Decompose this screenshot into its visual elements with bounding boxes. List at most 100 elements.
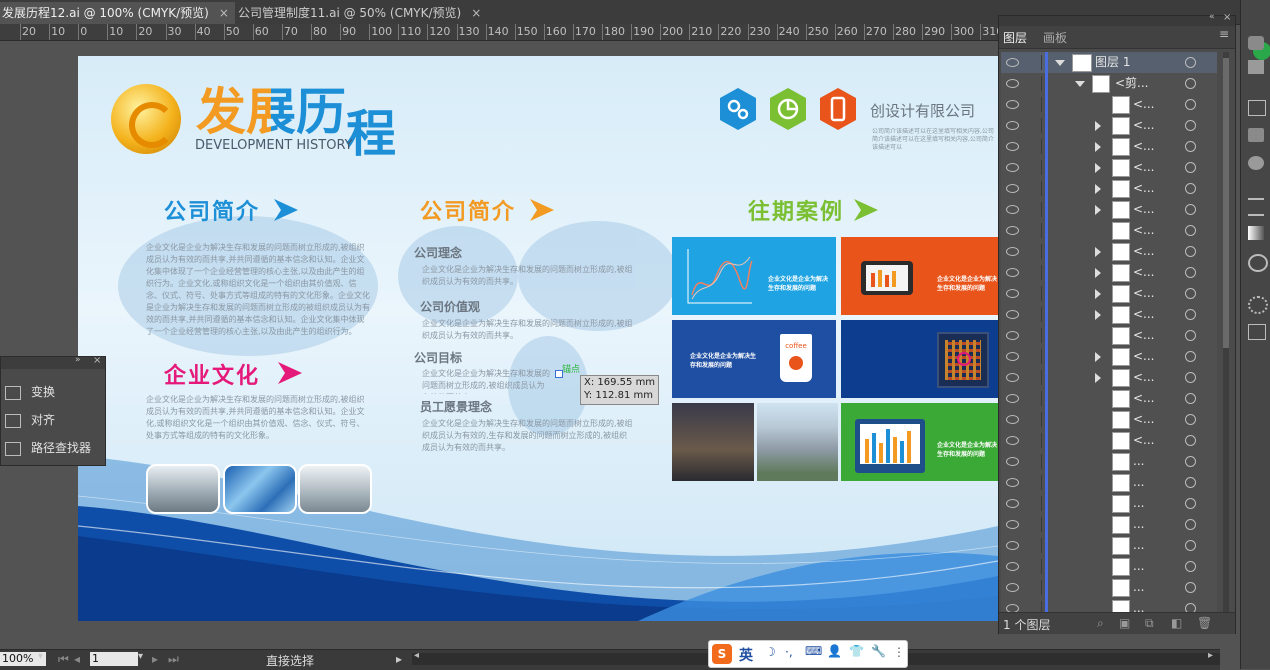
layer-row[interactable]: <...	[1001, 325, 1217, 347]
lock-toggle[interactable]	[1027, 538, 1042, 553]
target-icon[interactable]	[1185, 267, 1196, 278]
new-layer-icon[interactable]: ◧	[1171, 616, 1182, 630]
new-sublayer-icon[interactable]: ⧉	[1145, 616, 1154, 631]
target-icon[interactable]	[1185, 78, 1196, 89]
chevron-down-icon[interactable]	[1055, 60, 1065, 66]
chevron-right-icon[interactable]	[1095, 163, 1101, 173]
layer-row[interactable]: <...	[1001, 94, 1217, 116]
tab-document-1[interactable]: 发展历程12.ai @ 100% (CMYK/预览) ×	[0, 2, 235, 24]
target-icon[interactable]	[1185, 561, 1196, 572]
lock-toggle[interactable]	[1027, 118, 1042, 133]
eye-icon[interactable]	[1006, 268, 1019, 277]
chevron-right-icon[interactable]	[1095, 184, 1101, 194]
panel-transform[interactable]: 变换	[5, 381, 55, 403]
eye-icon[interactable]	[1006, 478, 1019, 487]
target-icon[interactable]	[1185, 351, 1196, 362]
layer-row[interactable]: <...	[1001, 367, 1217, 389]
eye-icon[interactable]	[1006, 310, 1019, 319]
chevron-down-icon[interactable]: ▾	[138, 651, 143, 662]
eye-icon[interactable]	[1006, 394, 1019, 403]
tools-icon[interactable]: 🔧	[871, 644, 886, 658]
panel-header[interactable]: » ×	[1, 355, 105, 369]
target-icon[interactable]	[1185, 414, 1196, 425]
make-clipping-mask-icon[interactable]: ▣	[1119, 616, 1130, 630]
brush-icon[interactable]	[1248, 128, 1264, 142]
layer-row[interactable]: <...	[1001, 388, 1217, 410]
target-icon[interactable]	[1185, 57, 1196, 68]
target-icon[interactable]	[1185, 99, 1196, 110]
keyboard-icon[interactable]: ⌨	[805, 644, 822, 658]
close-icon[interactable]: ×	[471, 6, 481, 20]
eye-icon[interactable]	[1006, 205, 1019, 214]
layer-row[interactable]: ...	[1001, 535, 1217, 557]
graphic-styles-icon[interactable]	[1248, 324, 1266, 340]
layer-row[interactable]: <...	[1001, 178, 1217, 200]
eye-icon[interactable]	[1006, 289, 1019, 298]
eye-icon[interactable]	[1006, 520, 1019, 529]
tab-layers[interactable]: 图层	[1003, 29, 1027, 46]
eye-icon[interactable]	[1006, 163, 1019, 172]
eye-icon[interactable]	[1006, 415, 1019, 424]
status-menu-icon[interactable]: ▸	[396, 652, 402, 666]
eye-icon[interactable]	[1006, 583, 1019, 592]
lock-toggle[interactable]	[1027, 76, 1042, 91]
layer-row[interactable]: ...	[1001, 514, 1217, 536]
layer-row[interactable]: ...	[1001, 556, 1217, 578]
eye-icon[interactable]	[1006, 331, 1019, 340]
lock-toggle[interactable]	[1027, 580, 1042, 595]
layer-row[interactable]: ...	[1001, 493, 1217, 515]
layer-row[interactable]: <...	[1001, 430, 1217, 452]
page-field[interactable]: 1	[90, 652, 138, 666]
prev-page-icon[interactable]: ◂	[74, 652, 80, 666]
close-icon[interactable]: ×	[219, 6, 229, 20]
lock-toggle[interactable]	[1027, 307, 1042, 322]
target-icon[interactable]	[1185, 225, 1196, 236]
eye-icon[interactable]	[1006, 79, 1019, 88]
target-icon[interactable]	[1185, 288, 1196, 299]
layer-row[interactable]: ...	[1001, 451, 1217, 473]
collapse-icon[interactable]: «	[1209, 12, 1215, 22]
target-icon[interactable]	[1185, 246, 1196, 257]
scrollbar[interactable]	[1223, 52, 1229, 612]
eye-icon[interactable]	[1006, 142, 1019, 151]
search-icon[interactable]: ⌕	[1097, 616, 1104, 631]
layer-row[interactable]: <...	[1001, 346, 1217, 368]
tab-artboards[interactable]: 画板	[1043, 29, 1067, 46]
lock-toggle[interactable]	[1027, 349, 1042, 364]
tab-document-2[interactable]: 公司管理制度11.ai @ 50% (CMYK/预览) ×	[232, 2, 487, 24]
chevron-right-icon[interactable]	[1095, 205, 1101, 215]
target-icon[interactable]	[1185, 372, 1196, 383]
eye-icon[interactable]	[1006, 562, 1019, 571]
panel-header[interactable]: « ×	[999, 12, 1235, 26]
grid-icon[interactable]	[1248, 100, 1266, 116]
lock-toggle[interactable]	[1027, 139, 1042, 154]
more-icon[interactable]: ⋮	[893, 645, 905, 659]
chevron-right-icon[interactable]	[1095, 142, 1101, 152]
chevron-right-icon[interactable]	[1095, 289, 1101, 299]
layer-row[interactable]: <...	[1001, 136, 1217, 158]
target-icon[interactable]	[1185, 204, 1196, 215]
lock-toggle[interactable]	[1027, 391, 1042, 406]
chevron-right-icon[interactable]	[1095, 121, 1101, 131]
artboard[interactable]: 发展历程 DEVELOPMENT HISTORY 创设计有限公司 公司简介该描述…	[78, 56, 998, 621]
target-icon[interactable]	[1185, 477, 1196, 488]
chevron-right-icon[interactable]	[1095, 352, 1101, 362]
first-page-icon[interactable]: ⏮	[58, 652, 69, 667]
anchor-point[interactable]	[555, 370, 563, 378]
eye-icon[interactable]	[1006, 121, 1019, 130]
lock-toggle[interactable]	[1027, 517, 1042, 532]
layer-row[interactable]: <...	[1001, 409, 1217, 431]
scroll-right-icon[interactable]: ▸	[1208, 650, 1213, 661]
lock-toggle[interactable]	[1027, 475, 1042, 490]
close-icon[interactable]: ×	[93, 355, 101, 366]
layer-row[interactable]: <...	[1001, 241, 1217, 263]
layer-row[interactable]: <剪...	[1001, 73, 1217, 95]
appearance-icon[interactable]	[1248, 296, 1268, 314]
ime-toolbar[interactable]: S 英 ☽ ·, ⌨ 👤 👕 🔧 ⋮	[708, 640, 908, 668]
lock-toggle[interactable]	[1027, 223, 1042, 238]
close-icon[interactable]: ×	[1223, 12, 1231, 23]
delete-icon[interactable]: 🗑	[1197, 616, 1212, 630]
lock-toggle[interactable]	[1027, 55, 1042, 70]
layer-row-layer1[interactable]: 图层 1	[1001, 52, 1217, 74]
layer-row[interactable]: ...	[1001, 598, 1217, 612]
